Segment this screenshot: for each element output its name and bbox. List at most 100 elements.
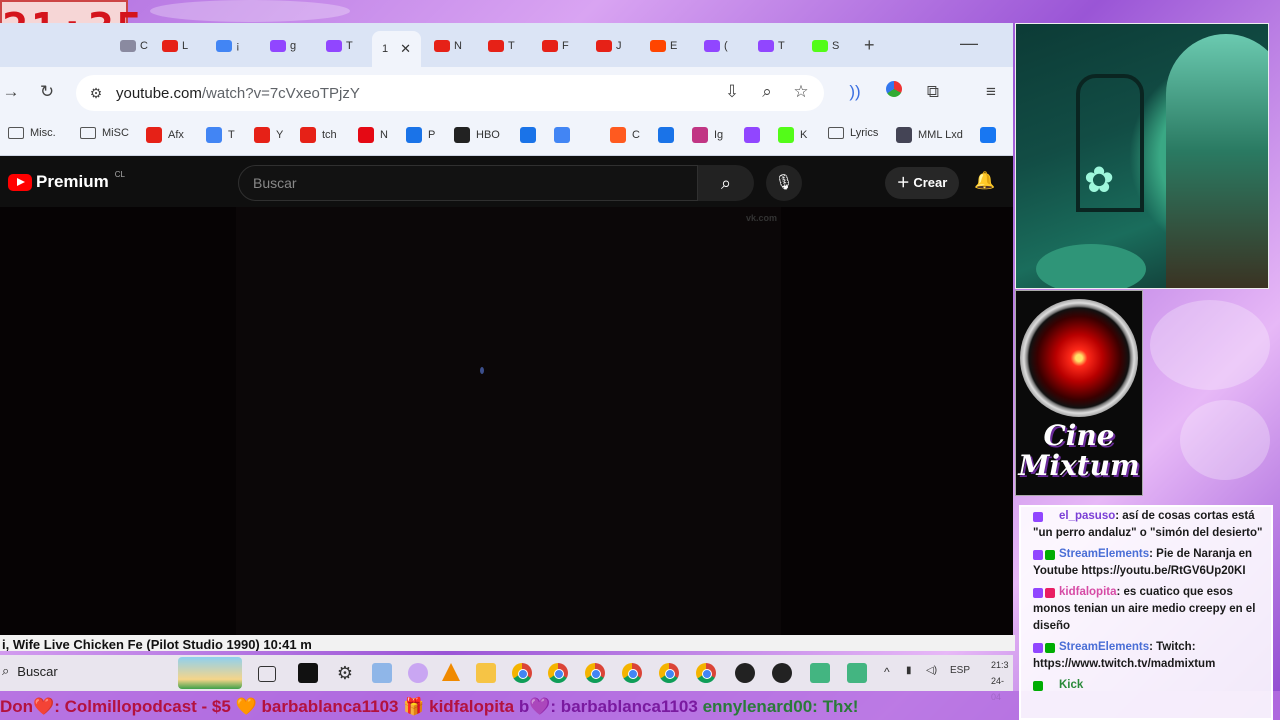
chat-badges	[1033, 549, 1059, 560]
chat-app-icon[interactable]	[847, 663, 867, 683]
chat-username[interactable]: StreamElements	[1059, 641, 1149, 653]
bookmark-item[interactable]: MML Lxd	[896, 127, 963, 143]
chat-message: Kick	[1021, 676, 1271, 697]
task-view-icon[interactable]	[258, 666, 276, 682]
settings-gear-icon[interactable]: ⚙	[335, 663, 355, 683]
chrome-icon[interactable]	[585, 663, 605, 683]
battery-icon[interactable]: ▮	[906, 665, 912, 676]
bookmark-item[interactable]	[980, 127, 996, 143]
bookmark-item[interactable]: N	[358, 127, 388, 143]
vlc-icon[interactable]	[442, 663, 460, 681]
bookmark-item[interactable]	[554, 127, 570, 143]
app-icon[interactable]	[372, 663, 392, 683]
close-tab-icon[interactable]: ✕	[400, 41, 411, 57]
browser-tab[interactable]: J	[596, 31, 622, 61]
volume-icon[interactable]: ◁)	[926, 665, 937, 676]
browser-tab[interactable]: g	[270, 31, 296, 61]
badge-icon	[1033, 680, 1043, 691]
obs-icon[interactable]	[772, 663, 792, 683]
bookmark-item[interactable]: Misc.	[8, 127, 56, 139]
browser-tab[interactable]: F	[542, 31, 569, 61]
site-info-icon[interactable]: ⚙	[86, 85, 106, 102]
bookmark-item[interactable]: K	[778, 127, 807, 143]
browser-tab[interactable]: L	[162, 31, 188, 61]
bookmark-item[interactable]: Y	[254, 127, 283, 143]
bookmark-favicon-icon	[896, 127, 912, 143]
tray-overflow-icon[interactable]: ^	[884, 665, 890, 679]
extensions-puzzle-icon[interactable]: ⧉	[922, 81, 944, 103]
bookmark-item[interactable]: P	[406, 127, 435, 143]
notifications-bell-icon[interactable]: 🔔	[974, 171, 995, 191]
taskbar-search[interactable]: ⌕ Buscar	[2, 663, 58, 679]
bookmark-item[interactable]	[744, 127, 760, 143]
tab-favicon-icon	[596, 40, 612, 52]
youtube-premium-logo[interactable]: Premium CL	[8, 170, 125, 192]
forward-icon[interactable]: →	[0, 81, 22, 103]
obs-icon[interactable]	[735, 663, 755, 683]
create-button[interactable]: ＋ Crear	[885, 167, 959, 199]
extension-color-icon[interactable]	[883, 81, 905, 103]
browser-tab[interactable]: ¡	[216, 31, 240, 61]
bookmark-item[interactable]: tch	[300, 127, 337, 143]
bookmark-label: tch	[322, 129, 337, 141]
new-tab-button[interactable]: +	[864, 35, 875, 56]
bookmark-label: Afx	[168, 129, 184, 141]
chrome-icon[interactable]	[659, 663, 679, 683]
bookmark-item[interactable]	[658, 127, 674, 143]
bookmark-item[interactable]: Ig	[692, 127, 723, 143]
bookmark-item[interactable]: C	[610, 127, 640, 143]
video-player[interactable]: vk.com	[0, 207, 1013, 635]
zoom-icon[interactable]: ⌕	[756, 81, 778, 103]
tab-favicon-icon	[650, 40, 666, 52]
browser-tab[interactable]: C	[120, 31, 148, 61]
browser-tab[interactable]: T	[326, 31, 353, 61]
browser-tab[interactable]: T	[758, 31, 785, 61]
tab-label: C	[140, 40, 148, 52]
language-indicator[interactable]: ESP	[950, 665, 970, 676]
tab-favicon-icon	[488, 40, 504, 52]
browser-tab[interactable]: 1 ✕	[372, 31, 422, 67]
terminal-icon[interactable]	[298, 663, 318, 683]
tab-label: F	[562, 40, 569, 52]
browser-tab[interactable]: N	[434, 31, 462, 61]
chat-username[interactable]: Kick	[1059, 679, 1083, 691]
video-watermark: vk.com	[746, 213, 778, 223]
bookmark-item[interactable]: MiSC	[80, 127, 129, 139]
search-icon[interactable]: ⌕	[698, 165, 754, 201]
chrome-icon[interactable]	[512, 663, 532, 683]
file-explorer-icon[interactable]	[476, 663, 496, 683]
tab-label: T	[778, 40, 785, 52]
chrome-icon[interactable]	[548, 663, 568, 683]
browser-tab[interactable]: S	[812, 31, 839, 61]
bookmark-item[interactable]: T	[206, 127, 235, 143]
bookmark-item[interactable]: Lyrics	[828, 127, 878, 139]
bookmark-star-icon[interactable]: ☆	[790, 81, 812, 103]
youtube-search-input[interactable]: Buscar	[238, 165, 698, 201]
bookmark-label: C	[632, 129, 640, 141]
microphone-icon[interactable]: 🎙	[766, 165, 802, 201]
minimize-button[interactable]: —	[960, 33, 978, 54]
browser-tab[interactable]: E	[650, 31, 677, 61]
chrome-icon[interactable]	[622, 663, 642, 683]
bookmark-item[interactable]: HBO	[454, 127, 500, 143]
browser-tab[interactable]: (	[704, 31, 728, 61]
chat-message: StreamElements: Pie de Naranja en Youtub…	[1021, 545, 1271, 583]
chat-username[interactable]: el_pasuso	[1059, 510, 1115, 522]
address-bar[interactable]: ⚙ youtube.com/watch?v=7cVxeoTPjzY	[76, 75, 824, 111]
install-app-icon[interactable]: ⇩	[721, 81, 743, 103]
media-control-icon[interactable]: ≡	[980, 81, 1002, 103]
chat-username[interactable]: StreamElements	[1059, 548, 1149, 560]
bookmark-item[interactable]	[520, 127, 536, 143]
extension-audio-icon[interactable]: ))	[844, 81, 866, 103]
chat-app-icon[interactable]	[810, 663, 830, 683]
badge-icon	[1033, 587, 1043, 598]
weather-widget-icon[interactable]	[178, 657, 242, 689]
itunes-icon[interactable]	[408, 663, 428, 683]
reload-icon[interactable]: ↻	[36, 81, 58, 103]
chat-username[interactable]: kidfalopita	[1059, 586, 1117, 598]
title-line-2: Mixtum	[1018, 449, 1140, 482]
bookmark-item[interactable]: Afx	[146, 127, 184, 143]
browser-tab[interactable]: T	[488, 31, 515, 61]
chrome-icon[interactable]	[696, 663, 716, 683]
bookmark-label: HBO	[476, 129, 500, 141]
